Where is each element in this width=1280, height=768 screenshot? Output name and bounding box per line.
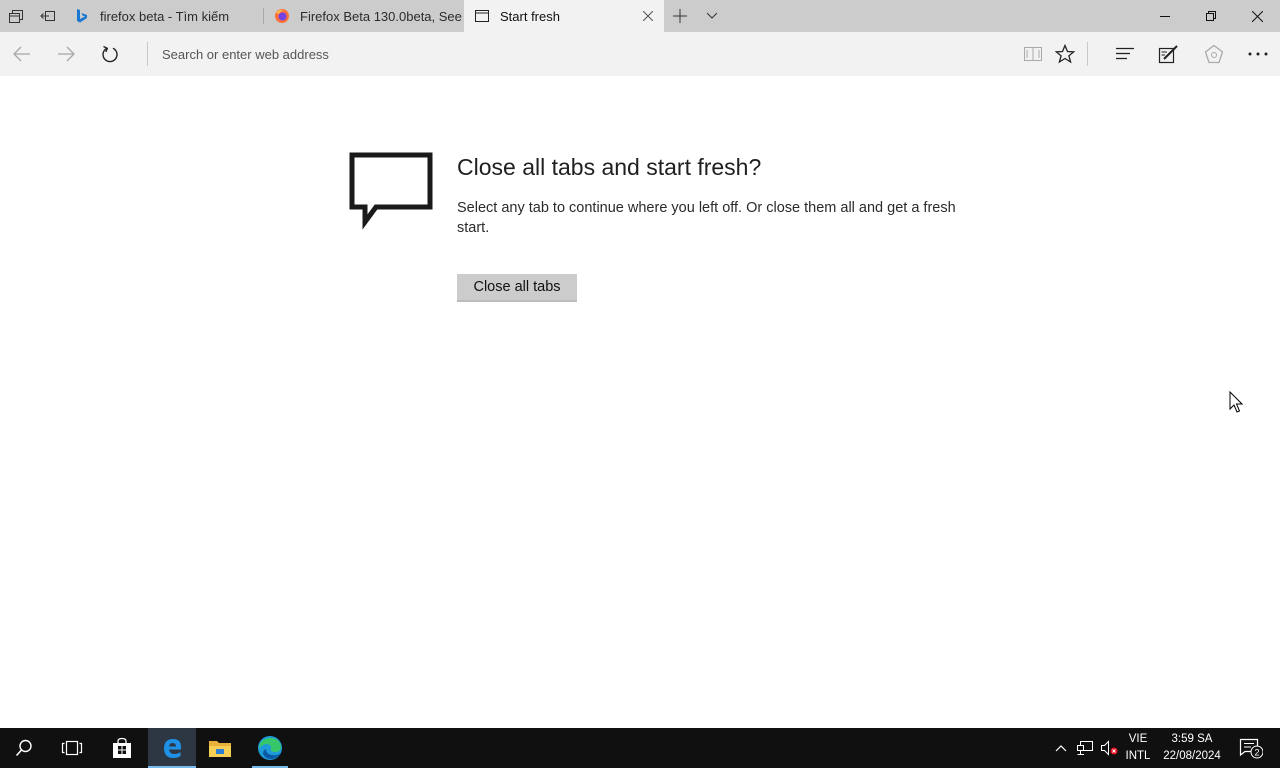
plus-icon — [673, 9, 687, 23]
notification-icon: 2 — [1239, 738, 1263, 759]
tabs-aside-icon — [9, 10, 23, 23]
input-language-button[interactable]: VIE INTL — [1121, 731, 1155, 765]
chevron-down-icon — [706, 12, 718, 19]
web-note-icon — [1158, 45, 1178, 64]
taskbar-store-button[interactable] — [98, 728, 146, 768]
taskbar-search-button[interactable] — [0, 728, 48, 768]
more-icon — [1248, 52, 1268, 56]
hub-icon — [1116, 47, 1134, 60]
star-icon — [1055, 44, 1075, 64]
task-view-button[interactable] — [48, 728, 96, 768]
restore-button[interactable] — [1188, 0, 1234, 32]
close-window-button[interactable] — [1234, 0, 1280, 32]
show-aside-tabs-button[interactable] — [32, 0, 64, 32]
minimize-icon — [1160, 16, 1170, 17]
show-hidden-icons-button[interactable] — [1049, 728, 1073, 768]
volume-muted-icon — [1101, 740, 1118, 756]
speech-bubble-icon — [349, 152, 433, 230]
page-title: Close all tabs and start fresh? — [457, 154, 762, 180]
volume-button[interactable] — [1097, 728, 1121, 768]
more-button[interactable] — [1236, 32, 1280, 76]
arrow-left-icon — [13, 46, 30, 62]
clock-time: 3:59 SA — [1171, 733, 1213, 745]
firefox-icon — [274, 8, 290, 24]
refresh-icon — [102, 45, 118, 63]
back-button[interactable] — [0, 32, 44, 76]
title-bar: firefox beta - Tìm kiếm Firefox Beta 130… — [0, 0, 1280, 32]
keyboard-layout: INTL — [1125, 750, 1151, 762]
network-button[interactable] — [1073, 728, 1097, 768]
tab-title: Firefox Beta 130.0beta, See — [300, 8, 462, 24]
close-icon — [643, 11, 653, 21]
tab-title: Start fresh — [500, 8, 560, 24]
page-icon — [474, 8, 490, 24]
taskbar-edge-button[interactable] — [246, 728, 294, 768]
clock-button[interactable]: 3:59 SA 22/08/2024 — [1158, 731, 1226, 765]
forward-button[interactable] — [44, 32, 88, 76]
file-explorer-icon — [209, 741, 231, 757]
page-description: Select any tab to continue where you lef… — [457, 200, 956, 236]
close-icon — [1251, 10, 1263, 22]
clock-date: 22/08/2024 — [1163, 750, 1221, 762]
web-note-button[interactable] — [1147, 32, 1191, 76]
tab-start-fresh[interactable]: Start fresh — [464, 0, 664, 32]
close-tab-button[interactable] — [640, 8, 656, 24]
tabs-aside-button[interactable] — [0, 0, 32, 32]
toolbar-separator — [1087, 42, 1088, 66]
share-button[interactable] — [1192, 32, 1236, 76]
address-bar[interactable] — [162, 44, 762, 64]
network-icon — [1077, 741, 1093, 755]
taskbar: VIE INTL 3:59 SA 22/08/2024 2 — [0, 728, 1280, 768]
store-icon — [113, 737, 131, 758]
minimize-button[interactable] — [1142, 0, 1188, 32]
chevron-up-icon — [1055, 745, 1067, 752]
edge-chromium-icon — [258, 736, 282, 760]
close-all-tabs-button[interactable]: Close all tabs — [457, 274, 577, 302]
hub-button[interactable] — [1103, 32, 1147, 76]
search-icon — [15, 739, 32, 757]
add-favorite-button[interactable] — [1043, 32, 1087, 76]
refresh-button[interactable] — [88, 32, 132, 76]
tab-bing-search[interactable]: firefox beta - Tìm kiếm — [64, 0, 264, 32]
restore-icon — [1206, 11, 1216, 21]
language-code: VIE — [1128, 733, 1148, 745]
action-center-button[interactable]: 2 — [1236, 728, 1266, 768]
tab-firefox-beta[interactable]: Firefox Beta 130.0beta, See — [264, 0, 464, 32]
navigation-toolbar — [0, 32, 1280, 76]
taskbar-edge-legacy-button[interactable] — [148, 728, 196, 768]
share-icon — [1204, 44, 1224, 64]
show-aside-tabs-icon — [40, 11, 55, 21]
bing-icon — [74, 8, 90, 24]
new-tab-button[interactable] — [664, 0, 696, 32]
task-view-icon — [61, 740, 83, 756]
address-separator — [147, 42, 148, 66]
notification-count: 2 — [1254, 748, 1259, 758]
arrow-right-icon — [58, 46, 75, 62]
tab-preview-toggle[interactable] — [696, 0, 728, 32]
mouse-cursor-icon — [1229, 391, 1243, 413]
book-icon — [1024, 47, 1042, 61]
taskbar-file-explorer-button[interactable] — [196, 728, 244, 768]
edge-legacy-icon — [164, 739, 181, 758]
tab-title: firefox beta - Tìm kiếm — [100, 8, 230, 24]
